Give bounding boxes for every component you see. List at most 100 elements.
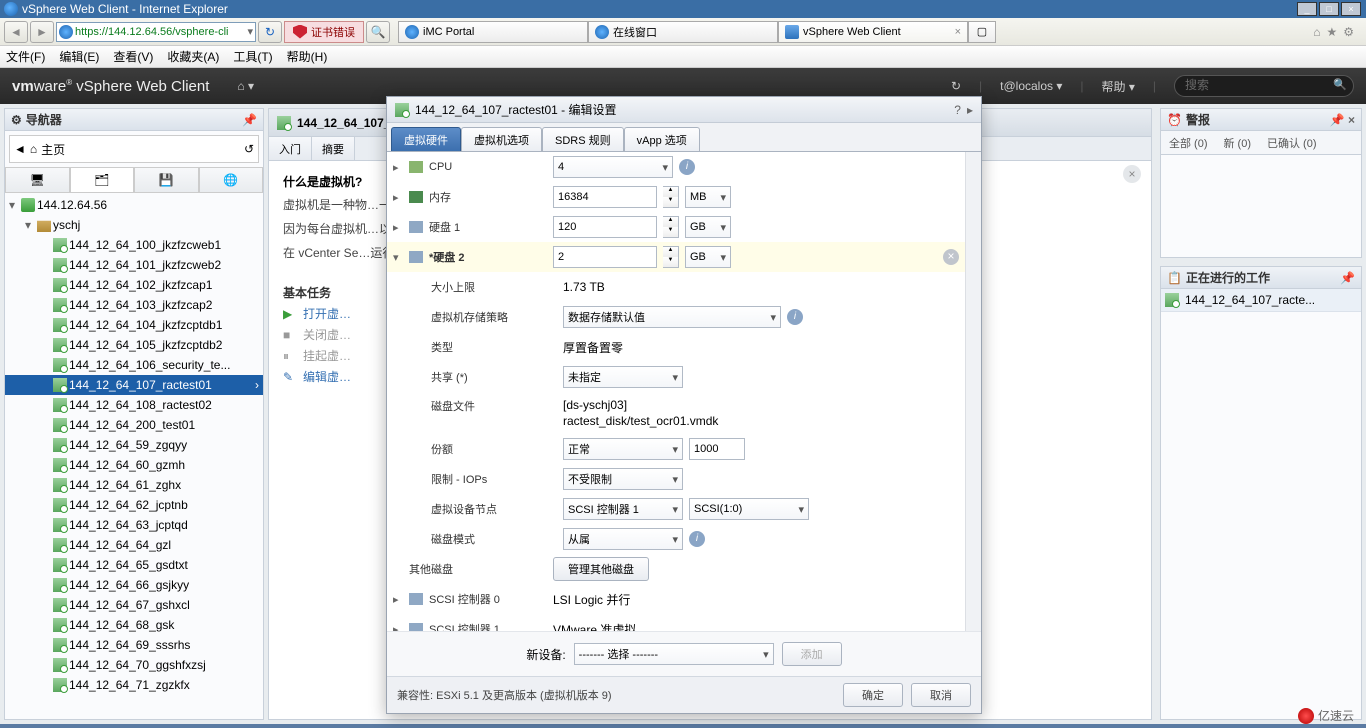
maximize-button[interactable]: □ xyxy=(1319,2,1339,16)
node-ctrl-select[interactable]: SCSI 控制器 1 xyxy=(563,498,683,520)
pin-icon[interactable]: 📌 xyxy=(242,113,257,127)
hosts-tab[interactable]: 🖥 xyxy=(5,167,70,192)
inventory-tree[interactable]: ▾144.12.64.56▾yschj144_12_64_100_jkzfzcw… xyxy=(5,193,263,719)
home-icon[interactable]: ⌂ xyxy=(1313,25,1320,39)
pin-icon[interactable]: 📌 xyxy=(1340,271,1355,285)
menu-file[interactable]: 文件(F) xyxy=(6,48,45,65)
expand-icon[interactable]: ▸ xyxy=(393,623,403,632)
limit-select[interactable]: 不受限制 xyxy=(563,468,683,490)
tree-item[interactable]: 144_12_64_63_jcptqd xyxy=(5,515,263,535)
storage-tab[interactable]: 💾 xyxy=(134,167,199,192)
expand-icon[interactable]: ▸ xyxy=(393,593,403,606)
tree-item[interactable]: 144_12_64_68_gsk xyxy=(5,615,263,635)
tree-item-selected[interactable]: 144_12_64_107_ractest01› xyxy=(5,375,263,395)
search-input[interactable]: 搜索 xyxy=(1174,75,1354,97)
tab-vapp[interactable]: vApp 选项 xyxy=(624,127,700,151)
tab-new[interactable]: 新 (0) xyxy=(1216,131,1260,154)
cancel-button[interactable]: 取消 xyxy=(911,683,971,707)
spinner[interactable]: ▲▼ xyxy=(663,186,679,208)
new-device-select[interactable]: ------- 选择 ------- xyxy=(574,643,774,665)
tree-item[interactable]: 144_12_64_60_gzmh xyxy=(5,455,263,475)
toggle-icon[interactable]: ▾ xyxy=(25,218,35,232)
refresh-button[interactable]: ↻ xyxy=(258,21,282,43)
tree-item[interactable]: 144_12_64_69_sssrhs xyxy=(5,635,263,655)
tree-item[interactable]: 144_12_64_100_jkzfzcweb1 xyxy=(5,235,263,255)
close-icon[interactable]: × xyxy=(955,26,961,38)
tree-item[interactable]: 144_12_64_62_jcptnb xyxy=(5,495,263,515)
node-slot-select[interactable]: SCSI(1:0) xyxy=(689,498,809,520)
spinner[interactable]: ▲▼ xyxy=(663,216,679,238)
tab-summary[interactable]: 摘要 xyxy=(312,137,355,160)
minimize-button[interactable]: _ xyxy=(1297,2,1317,16)
manage-other-button[interactable]: 管理其他磁盘 xyxy=(553,557,649,581)
cpu-select[interactable]: 4 xyxy=(553,156,673,178)
tree-item[interactable]: 144_12_64_103_jkzfzcap2 xyxy=(5,295,263,315)
tree-item[interactable]: ▾yschj xyxy=(5,215,263,235)
tab-vm-options[interactable]: 虚拟机选项 xyxy=(461,127,542,151)
menu-tools[interactable]: 工具(T) xyxy=(233,48,272,65)
expand-icon[interactable]: ▸ xyxy=(967,103,973,117)
tree-item[interactable]: 144_12_64_64_gzl xyxy=(5,535,263,555)
mode-select[interactable]: 从属 xyxy=(563,528,683,550)
tree-item[interactable]: 144_12_64_200_test01 xyxy=(5,415,263,435)
disk2-unit-select[interactable]: GB xyxy=(685,246,731,268)
tab-vsphere[interactable]: vSphere Web Client× xyxy=(778,21,968,43)
menu-edit[interactable]: 编辑(E) xyxy=(59,48,99,65)
settings-icon[interactable]: ⚙ xyxy=(1343,25,1354,39)
disk1-input[interactable]: 120 xyxy=(553,216,657,238)
tab-sdrs[interactable]: SDRS 规则 xyxy=(542,127,624,151)
tree-item[interactable]: 144_12_64_66_gsjkyy xyxy=(5,575,263,595)
ok-button[interactable]: 确定 xyxy=(843,683,903,707)
tree-item[interactable]: 144_12_64_102_jkzfzcap1 xyxy=(5,275,263,295)
disk1-unit-select[interactable]: GB xyxy=(685,216,731,238)
tab-all[interactable]: 全部 (0) xyxy=(1161,131,1216,154)
home-icon[interactable]: ⌂ ▾ xyxy=(237,79,254,93)
spinner[interactable]: ▲▼ xyxy=(663,246,679,268)
forward-button[interactable]: ► xyxy=(30,21,54,43)
help-menu[interactable]: 帮助 ▾ xyxy=(1102,78,1135,95)
tab-ack[interactable]: 已确认 (0) xyxy=(1259,131,1325,154)
pin-icon[interactable]: 📌 × xyxy=(1330,113,1355,127)
refresh-icon[interactable]: ↻ xyxy=(951,79,961,93)
history-icon[interactable]: ↺ xyxy=(244,142,254,156)
collapse-icon[interactable]: ▾ xyxy=(393,251,403,264)
shares-value[interactable]: 1000 xyxy=(689,438,745,460)
dialog-title-bar[interactable]: 144_12_64_107_ractest01 - 编辑设置 ?▸ xyxy=(387,97,981,123)
user-menu[interactable]: t@localos ▾ xyxy=(1000,79,1062,93)
shares-select[interactable]: 正常 xyxy=(563,438,683,460)
close-button[interactable]: × xyxy=(1341,2,1361,16)
tree-item[interactable]: 144_12_64_61_zghx xyxy=(5,475,263,495)
scrollbar[interactable] xyxy=(965,152,981,631)
tree-item[interactable]: 144_12_64_71_zgzkfx xyxy=(5,675,263,695)
tree-item[interactable]: ▾144.12.64.56 xyxy=(5,195,263,215)
favorites-icon[interactable]: ★ xyxy=(1326,25,1337,39)
tree-item[interactable]: 144_12_64_67_gshxcl xyxy=(5,595,263,615)
info-icon[interactable]: i xyxy=(689,531,705,547)
menu-view[interactable]: 查看(V) xyxy=(113,48,153,65)
vms-tab[interactable]: 🗂 xyxy=(70,167,135,192)
expand-icon[interactable]: ▸ xyxy=(393,161,403,174)
menu-help[interactable]: 帮助(H) xyxy=(287,48,328,65)
tab-imc[interactable]: iMC Portal xyxy=(398,21,588,43)
sharing-select[interactable]: 未指定 xyxy=(563,366,683,388)
tree-item[interactable]: 144_12_64_108_ractest02 xyxy=(5,395,263,415)
gear-icon[interactable]: ⚙ xyxy=(11,113,22,127)
help-icon[interactable]: ? xyxy=(954,103,961,117)
back-icon[interactable]: ◄ xyxy=(14,142,26,156)
tab-online[interactable]: 在线窗口 xyxy=(588,21,778,43)
expand-icon[interactable]: ▸ xyxy=(393,191,403,204)
breadcrumb[interactable]: ◄ ⌂ 主页 ↺ xyxy=(9,135,259,163)
close-icon[interactable]: × xyxy=(1123,165,1141,183)
info-icon[interactable]: i xyxy=(787,309,803,325)
tree-item[interactable]: 144_12_64_65_gsdtxt xyxy=(5,555,263,575)
wip-item[interactable]: 144_12_64_107_racte... xyxy=(1161,289,1361,312)
mem-unit-select[interactable]: MB xyxy=(685,186,731,208)
policy-select[interactable]: 数据存储默认值 xyxy=(563,306,781,328)
menu-favorites[interactable]: 收藏夹(A) xyxy=(167,48,219,65)
tree-item[interactable]: 144_12_64_105_jkzfzcptdb2 xyxy=(5,335,263,355)
add-button[interactable]: 添加 xyxy=(782,642,842,666)
remove-icon[interactable]: × xyxy=(943,249,959,265)
network-tab[interactable]: 🌐 xyxy=(199,167,264,192)
toggle-icon[interactable]: ▾ xyxy=(9,198,19,212)
memory-input[interactable]: 16384 xyxy=(553,186,657,208)
